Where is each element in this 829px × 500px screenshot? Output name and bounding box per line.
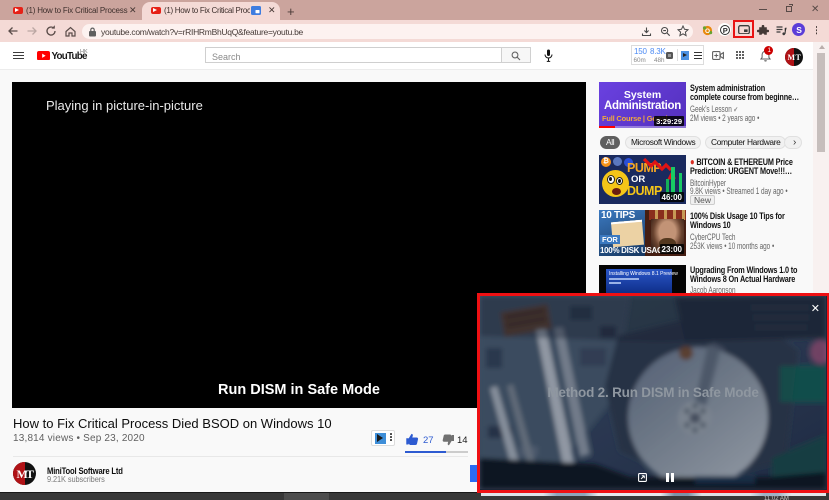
svg-text:O: O [705,28,710,35]
